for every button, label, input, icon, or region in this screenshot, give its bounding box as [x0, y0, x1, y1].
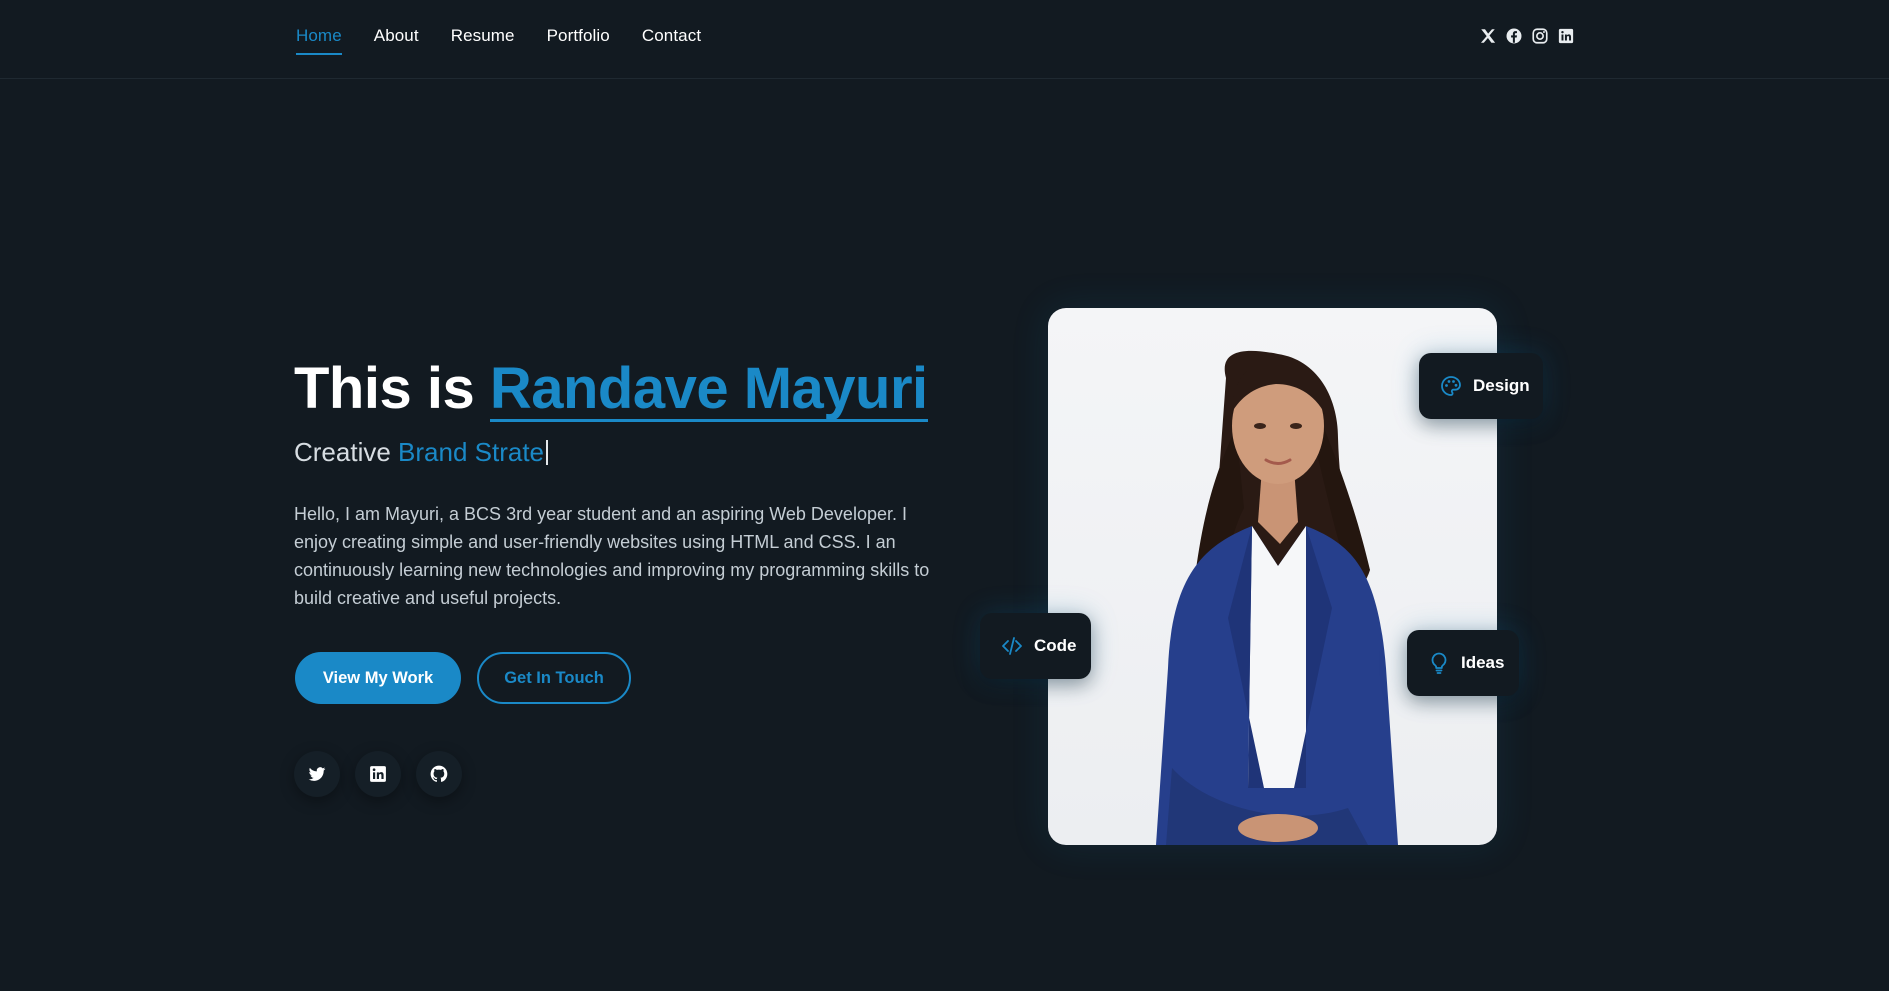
typing-cursor — [546, 440, 549, 465]
hero-description: Hello, I am Mayuri, a BCS 3rd year stude… — [294, 504, 930, 608]
instagram-icon[interactable] — [1531, 27, 1549, 45]
nav-portfolio[interactable]: Portfolio — [547, 26, 610, 46]
hero-title-prefix: This is — [294, 356, 490, 421]
hero-title: This is Randave Mayuri — [294, 355, 928, 422]
design-badge: Design — [1419, 353, 1543, 419]
hero-social-linkedin[interactable] — [355, 751, 401, 797]
hero-subtitle: Creative Brand Strate — [294, 437, 549, 468]
subtitle-prefix: Creative — [294, 437, 399, 467]
github-icon — [430, 765, 448, 782]
hero-name: Randave Mayuri — [489, 356, 928, 422]
code-badge: Code — [980, 613, 1091, 679]
lightbulb-icon — [1431, 652, 1447, 674]
header-social-links — [1479, 27, 1575, 45]
ideas-badge-label: Ideas — [1461, 653, 1505, 672]
linkedin-icon[interactable] — [1557, 27, 1575, 45]
nav-resume[interactable]: Resume — [451, 26, 515, 46]
typed-role-text: Brand Strate — [398, 437, 545, 467]
facebook-icon[interactable] — [1505, 27, 1523, 45]
code-icon — [1002, 637, 1022, 655]
view-my-work-button[interactable]: View My Work — [295, 652, 461, 704]
nav-about[interactable]: About — [374, 26, 419, 46]
ideas-badge: Ideas — [1407, 630, 1519, 696]
x-icon[interactable] — [1479, 27, 1497, 45]
nav-contact[interactable]: Contact — [642, 26, 701, 46]
twitter-icon — [308, 767, 326, 781]
nav-home[interactable]: Home — [296, 26, 342, 55]
design-badge-label: Design — [1473, 376, 1530, 395]
hero-social-twitter[interactable] — [294, 751, 340, 797]
code-badge-label: Code — [1034, 636, 1077, 655]
main-nav: Home About Resume Portfolio Contact — [296, 26, 701, 55]
portfolio-page: Home About Resume Portfolio Contact This… — [0, 0, 1889, 991]
linkedin-icon — [370, 766, 386, 782]
palette-icon — [1441, 376, 1461, 396]
hero-social-github[interactable] — [416, 751, 462, 797]
site-header: Home About Resume Portfolio Contact — [0, 0, 1889, 79]
get-in-touch-button[interactable]: Get In Touch — [477, 652, 631, 704]
